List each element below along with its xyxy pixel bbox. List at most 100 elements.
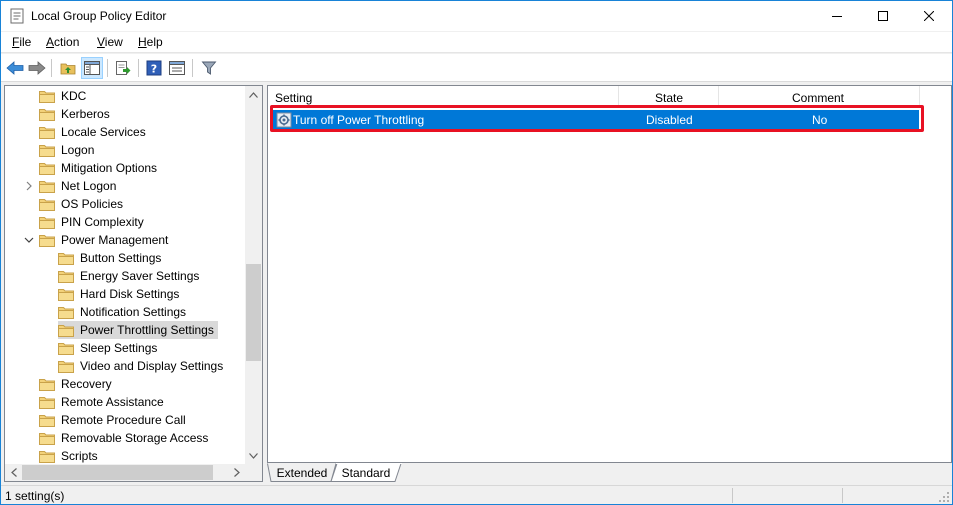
tree-item[interactable]: Recovery bbox=[39, 375, 116, 393]
tree-item-label: Video and Display Settings bbox=[80, 359, 224, 373]
list-header: Setting State Comment bbox=[268, 86, 951, 106]
resize-grip-icon[interactable] bbox=[938, 491, 950, 503]
folder-icon bbox=[58, 252, 74, 265]
column-divider[interactable] bbox=[718, 86, 719, 106]
view-tabs: Extended Standard bbox=[267, 463, 952, 483]
column-divider[interactable] bbox=[919, 86, 920, 106]
tree-item[interactable]: OS Policies bbox=[39, 195, 127, 213]
tree-item[interactable]: Notification Settings bbox=[58, 303, 190, 321]
folder-icon bbox=[58, 270, 74, 283]
menu-file-label: ile bbox=[19, 35, 32, 49]
tab-standard[interactable]: Standard bbox=[337, 463, 395, 482]
column-divider[interactable] bbox=[618, 86, 619, 106]
tree-item-label: Kerberos bbox=[61, 107, 110, 121]
up-one-level-button[interactable] bbox=[57, 57, 79, 79]
tree-item-label: Mitigation Options bbox=[61, 161, 158, 175]
tree-vertical-scroll-thumb[interactable] bbox=[246, 264, 261, 361]
tree-item-label: Energy Saver Settings bbox=[80, 269, 200, 283]
menu-view-label: iew bbox=[104, 35, 123, 49]
status-divider bbox=[732, 488, 733, 503]
title-bar[interactable]: Local Group Policy Editor bbox=[1, 1, 952, 31]
tree-item[interactable]: Video and Display Settings bbox=[58, 357, 227, 375]
menu-action-accel: A bbox=[46, 35, 55, 49]
tree-item[interactable]: Scripts bbox=[39, 447, 102, 465]
toolbar-separator bbox=[107, 59, 108, 77]
tree-item[interactable]: Power Management bbox=[39, 231, 172, 249]
chevron-left-icon bbox=[10, 468, 17, 477]
console-tree[interactable]: KDC Kerberos Locale Services Logon Mitigatio… bbox=[4, 85, 263, 482]
tree-expand-button[interactable] bbox=[24, 181, 34, 191]
tree-item-label: PIN Complexity bbox=[61, 215, 144, 229]
status-bar: 1 setting(s) bbox=[1, 485, 952, 504]
toolbar-separator bbox=[138, 59, 139, 77]
menu-help[interactable]: Help bbox=[138, 35, 163, 49]
tab-extended[interactable]: Extended bbox=[273, 463, 331, 482]
minimize-button[interactable] bbox=[814, 1, 860, 31]
svg-text:?: ? bbox=[151, 63, 157, 76]
toolbar: ? bbox=[1, 54, 952, 82]
menu-file[interactable]: File bbox=[12, 35, 31, 49]
folder-icon bbox=[39, 162, 55, 175]
tree-item[interactable]: Kerberos bbox=[39, 105, 114, 123]
close-icon bbox=[924, 11, 934, 21]
settings-list[interactable]: Setting State Comment Turn off Power Thr… bbox=[267, 85, 952, 463]
tree-item[interactable]: Removable Storage Access bbox=[39, 429, 212, 447]
tree-item[interactable]: PIN Complexity bbox=[39, 213, 148, 231]
tree-horizontal-scroll-thumb[interactable] bbox=[22, 465, 213, 480]
tree-item-label: Notification Settings bbox=[80, 305, 187, 319]
tree-item[interactable]: KDC bbox=[39, 87, 90, 105]
tree-item-label: Hard Disk Settings bbox=[80, 287, 180, 301]
column-header-state[interactable]: State bbox=[655, 91, 683, 105]
scroll-right-button[interactable] bbox=[228, 464, 245, 481]
forward-button[interactable] bbox=[26, 57, 48, 79]
help-button[interactable]: ? bbox=[143, 57, 165, 79]
column-header-comment[interactable]: Comment bbox=[792, 91, 844, 105]
tree-item[interactable]: Sleep Settings bbox=[58, 339, 161, 357]
tree-item[interactable]: Remote Procedure Call bbox=[39, 411, 190, 429]
show-hide-tree-button[interactable] bbox=[81, 57, 103, 79]
chevron-down-icon bbox=[249, 452, 258, 459]
maximize-button[interactable] bbox=[860, 1, 906, 31]
scroll-left-button[interactable] bbox=[5, 464, 22, 481]
export-list-button[interactable] bbox=[112, 57, 134, 79]
tree-item-label: Locale Services bbox=[61, 125, 146, 139]
folder-icon bbox=[39, 198, 55, 211]
scroll-up-button[interactable] bbox=[245, 86, 262, 103]
tree-item[interactable]: Remote Assistance bbox=[39, 393, 168, 411]
menu-bar: File Action View Help bbox=[1, 32, 952, 53]
close-button[interactable] bbox=[906, 1, 952, 31]
tree-item[interactable]: Net Logon bbox=[39, 177, 120, 195]
tree-item[interactable]: Power Throttling Settings bbox=[58, 321, 218, 339]
forward-arrow-icon bbox=[28, 61, 46, 75]
tree-item-label: Remote Assistance bbox=[61, 395, 164, 409]
back-button[interactable] bbox=[4, 57, 26, 79]
policy-editor-app-icon bbox=[10, 8, 24, 24]
column-header-setting[interactable]: Setting bbox=[275, 91, 312, 105]
tree-vertical-scrollbar[interactable] bbox=[245, 86, 262, 464]
scroll-down-button[interactable] bbox=[245, 447, 262, 464]
tree-item[interactable]: Mitigation Options bbox=[39, 159, 161, 177]
folder-icon bbox=[58, 306, 74, 319]
tree-item[interactable]: Button Settings bbox=[58, 249, 165, 267]
chevron-up-icon bbox=[249, 91, 258, 98]
filter-button[interactable] bbox=[198, 57, 220, 79]
properties-button[interactable] bbox=[166, 57, 188, 79]
scrollbar-corner bbox=[245, 464, 262, 481]
chevron-right-icon bbox=[233, 468, 240, 477]
menu-view-accel: V bbox=[97, 35, 105, 49]
folder-icon bbox=[39, 378, 55, 391]
tree-item-label: Logon bbox=[61, 143, 95, 157]
tree-item-label: Recovery bbox=[61, 377, 112, 391]
menu-help-label: elp bbox=[146, 35, 163, 49]
tree-item[interactable]: Locale Services bbox=[39, 123, 150, 141]
tree-item[interactable]: Hard Disk Settings bbox=[58, 285, 183, 303]
menu-action[interactable]: Action bbox=[46, 35, 79, 49]
tree-horizontal-scrollbar[interactable] bbox=[5, 464, 245, 481]
tree-collapse-button[interactable] bbox=[24, 235, 34, 245]
app-window: Local Group Policy Editor File Action Vi… bbox=[0, 0, 953, 505]
tree-item[interactable]: Energy Saver Settings bbox=[58, 267, 203, 285]
tree-item-label: Power Throttling Settings bbox=[80, 323, 214, 337]
tree-item[interactable]: Logon bbox=[39, 141, 98, 159]
folder-icon bbox=[39, 180, 55, 193]
menu-view[interactable]: View bbox=[97, 35, 123, 49]
